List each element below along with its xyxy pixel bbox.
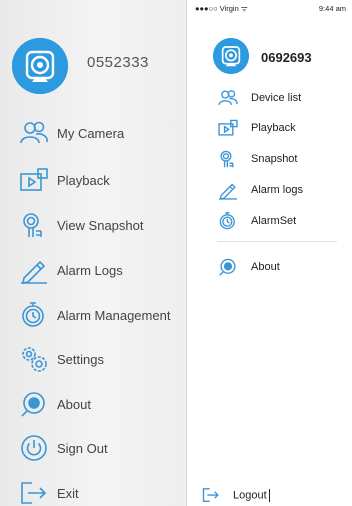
menu-item-label: Playback [57,172,110,188]
menu-item-playback[interactable]: Playback [217,118,347,138]
menu-item-label: AlarmSet [251,215,297,227]
snapshot-icon [217,149,239,169]
menu-item-label: My Camera [57,125,125,141]
menu-item-my-camera[interactable]: My Camera [18,119,184,147]
menu-item-label: About [251,261,280,273]
user-id-label: 0692693 [261,50,312,65]
menu-item-settings[interactable]: Settings [18,345,184,373]
menu-item-device-list[interactable]: Device list [217,88,347,108]
menu-item-alarmset[interactable]: AlarmSet [217,211,347,231]
carrier-label: ●●●○○ Virgin ᯤ [195,4,248,13]
pencil-icon [217,180,239,200]
menu-item-label: Sign Out [57,440,108,456]
logout-button[interactable]: Logout [201,485,270,505]
camera-avatar-icon[interactable] [12,38,68,94]
snapshot-icon [18,211,50,239]
text-cursor [268,488,270,502]
menu-item-label: Alarm logs [251,184,303,196]
exit-icon [18,479,50,506]
menu-item-exit[interactable]: Exit [18,479,184,506]
logout-label: Logout [233,488,270,502]
time-label: 9:44 am [318,4,346,13]
menu-item-playback[interactable]: Playback [18,166,184,194]
menu-item-label: Settings [57,351,104,367]
menu-item-label: Playback [251,122,296,134]
playback-icon [18,166,50,194]
menu-item-view-snapshot[interactable]: View Snapshot [18,211,184,239]
gears-icon [18,345,50,373]
power-icon [18,434,50,462]
menu-item-alarm-management[interactable]: Alarm Management [18,301,184,329]
menu-item-about[interactable]: About [217,257,347,277]
users-icon [217,88,239,108]
menu-item-label: Snapshot [251,153,298,165]
menu-item-snapshot[interactable]: Snapshot [217,149,347,169]
menu-item-label: View Snapshot [57,217,144,233]
menu-item-about[interactable]: About [18,390,184,418]
menu-item-label: Alarm Management [57,307,171,323]
right-side-menu: ●●●○○ Virgin ᯤ 9:44 am 0692693 Device li… [187,0,352,506]
camera-avatar-icon[interactable] [213,38,249,74]
exit-icon [201,486,221,504]
alarm-clock-icon [18,301,50,329]
user-id-label: 0552333 [87,54,149,71]
menu-divider [217,241,337,242]
left-side-menu: 0552333 My Camera Playback View Snapshot [0,0,187,506]
menu-item-alarm-logs[interactable]: Alarm Logs [18,256,184,284]
alarm-clock-icon [217,211,239,231]
menu-item-label: About [57,396,91,412]
info-icon [217,257,239,277]
menu-item-sign-out[interactable]: Sign Out [18,434,184,462]
pencil-icon [18,256,50,284]
playback-icon [217,118,239,138]
status-bar: ●●●○○ Virgin ᯤ 9:44 am [187,0,352,16]
menu-item-label: Exit [57,485,79,501]
menu-item-label: Device list [251,92,302,104]
users-icon [18,119,50,147]
menu-item-label: Alarm Logs [57,262,123,278]
info-icon [18,390,50,418]
menu-item-alarm-logs[interactable]: Alarm logs [217,180,347,200]
